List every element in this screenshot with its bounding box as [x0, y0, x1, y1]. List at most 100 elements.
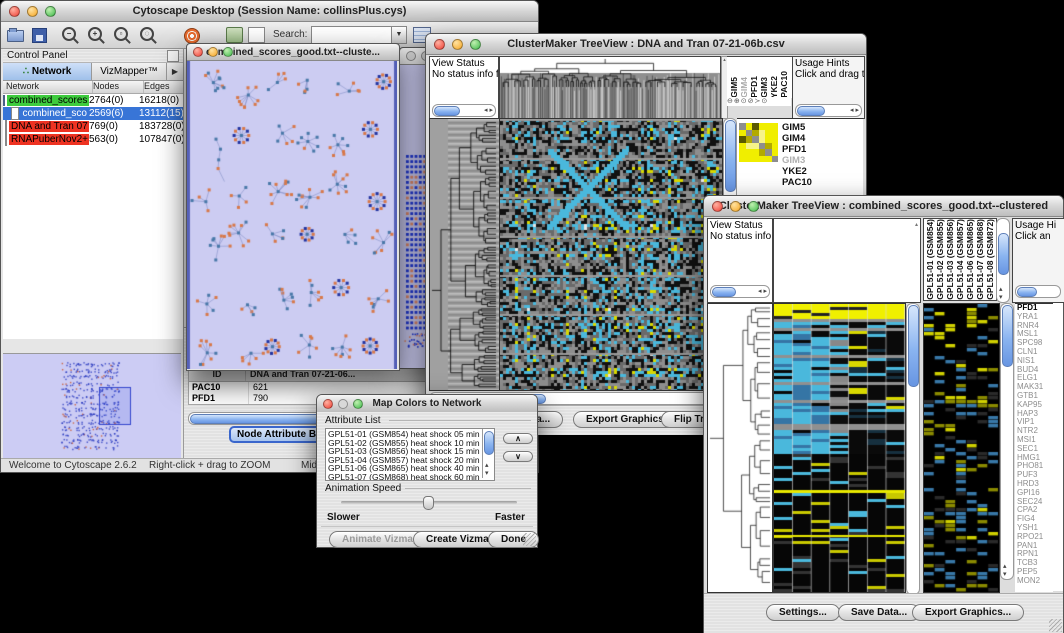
edit-network-icon[interactable]	[248, 27, 265, 43]
tv2-collabel-scrollbar[interactable]: ▴ ▾	[996, 218, 1010, 303]
list-item[interactable]: GIM3	[782, 155, 812, 166]
minimize-icon[interactable]	[730, 201, 741, 212]
tv2-column-dendrogram-area: ▴	[773, 218, 921, 303]
tv2-heatmap-vscrollbar[interactable]	[906, 303, 920, 595]
close-icon[interactable]	[406, 51, 416, 61]
network-list-row[interactable]: DNA and Tran 07769(0)183728(0)	[3, 120, 183, 133]
tab-vizmapper[interactable]: VizMapper™	[92, 63, 167, 80]
list-item[interactable]: GPL51-03 (GSM856)	[945, 219, 955, 300]
list-item[interactable]: GPL51-07 (GSM868)	[975, 219, 985, 300]
tv2-usage-hints-title: Usage Hi	[1013, 219, 1064, 231]
list-item[interactable]: GIM5	[782, 122, 812, 133]
move-down-button[interactable]: ∨	[503, 451, 533, 462]
tv1-similarity-heatmap[interactable]	[739, 123, 778, 162]
treeview2-titlebar[interactable]: ClusterMaker TreeView : combined_scores_…	[704, 196, 1063, 217]
list-item[interactable]: GIM4	[739, 77, 749, 98]
list-item[interactable]: GPL51-07 (GSM868) heat shock 60 min	[328, 473, 494, 481]
list-item[interactable]: GPL51-06 (GSM865)	[965, 219, 975, 300]
attribute-listbox[interactable]: GPL51-01 (GSM854) heat shock 05 minGPL51…	[325, 428, 495, 481]
control-panel-tabs: ∴ Network VizMapper™ ▶	[3, 63, 183, 81]
annotation-icon[interactable]	[226, 27, 243, 43]
zoom-button[interactable]	[45, 6, 56, 17]
list-item[interactable]: MON2	[1017, 577, 1053, 586]
tv1-view-status-title: View Status	[430, 57, 498, 69]
list-item[interactable]: YKE2	[769, 76, 779, 98]
maximize-icon[interactable]	[470, 39, 481, 50]
network-graph-canvas[interactable]	[187, 61, 397, 369]
folder-icon	[3, 95, 5, 106]
zoom-selected-icon[interactable]: ▫	[112, 25, 130, 43]
list-item[interactable]: YKE2	[782, 166, 812, 177]
network-list-row[interactable]: combined_scores2764(0)16218(0)	[3, 94, 183, 107]
animation-speed-slider[interactable]	[341, 501, 517, 504]
network-tab-icon: ∴	[23, 66, 29, 77]
list-item[interactable]: GPL51-08 (GSM872)	[985, 219, 995, 300]
network-overview-panel[interactable]	[3, 353, 181, 459]
list-item[interactable]: PAC10	[779, 71, 789, 98]
list-item[interactable]: PFD1	[782, 144, 812, 155]
list-item[interactable]: GIM3	[759, 77, 769, 98]
maximize-icon[interactable]	[223, 47, 233, 57]
tv1-hints-scrollbar[interactable]: ◂ ▸	[795, 104, 862, 117]
animation-speed-label: Animation Speed	[325, 483, 401, 494]
list-item[interactable]: GPL51-02 (GSM855)	[935, 219, 945, 300]
tv2-status-scrollbar[interactable]: ◂ ▸	[710, 285, 770, 298]
tv2-save-data-button[interactable]: Save Data...	[838, 604, 920, 621]
network-view-titlebar[interactable]: combined_scores_good.txt--cluste...	[187, 44, 399, 61]
help-lifering-icon[interactable]	[184, 25, 202, 43]
tab-network[interactable]: ∴ Network	[3, 63, 92, 80]
tv2-settings-button[interactable]: Settings...	[766, 604, 840, 621]
list-item[interactable]: GIM4	[782, 133, 812, 144]
dialog-titlebar[interactable]: Map Colors to Network	[317, 395, 537, 413]
tv1-gene-dendrogram[interactable]	[429, 118, 500, 391]
list-item[interactable]: PFD1	[749, 76, 759, 98]
list-item[interactable]: GIM5	[729, 77, 739, 98]
list-item[interactable]: GPL51-01 (GSM854)	[925, 219, 935, 300]
tv2-heatmap[interactable]	[773, 303, 906, 593]
float-panel-icon[interactable]	[167, 50, 179, 62]
close-icon[interactable]	[712, 201, 723, 212]
zoom-fit-icon[interactable]: ◌	[138, 25, 156, 43]
network-list-row[interactable]: RNAPuberNov2+563(0)107847(0)	[3, 133, 183, 146]
maximize-icon[interactable]	[353, 399, 363, 409]
network-list-row[interactable]: combined_sco2569(6)13112(15)	[3, 107, 183, 120]
move-up-button[interactable]: ∧	[503, 433, 533, 444]
close-button[interactable]	[9, 6, 20, 17]
minimize-button[interactable]	[27, 6, 38, 17]
tv2-hints-scrollbar[interactable]	[1015, 285, 1061, 298]
main-titlebar[interactable]: Cytoscape Desktop (Session Name: collins…	[1, 1, 538, 22]
attribute-list-scrollbar[interactable]: ▴ ▾	[482, 429, 494, 478]
attribute-row[interactable]: PAC10621	[189, 382, 435, 393]
tv2-resize-grip[interactable]	[1049, 619, 1062, 632]
tv1-column-dendrogram[interactable]	[499, 56, 721, 119]
list-item[interactable]: PAC10	[782, 177, 812, 188]
tv2-usage-hints-text: Click an	[1013, 231, 1064, 242]
list-item[interactable]: GPL51-04 (GSM857)	[955, 219, 965, 300]
tv2-secondary-vscrollbar[interactable]: ▴ ▾	[1000, 303, 1014, 580]
open-file-icon[interactable]	[7, 25, 25, 43]
zoom-out-icon[interactable]: −	[60, 25, 78, 43]
network-view-window: combined_scores_good.txt--cluste...	[186, 43, 400, 371]
search-input[interactable]	[311, 26, 395, 44]
treeview1-titlebar[interactable]: ClusterMaker TreeView : DNA and Tran 07-…	[426, 34, 866, 55]
save-session-icon[interactable]	[32, 25, 50, 43]
minimize-icon[interactable]	[338, 399, 348, 409]
zoom-in-icon[interactable]: +	[86, 25, 104, 43]
minimize-icon[interactable]	[208, 47, 218, 57]
close-icon[interactable]	[434, 39, 445, 50]
tv2-export-graphics-button[interactable]: Export Graphics...	[912, 604, 1024, 621]
close-icon[interactable]	[323, 399, 333, 409]
minimize-icon[interactable]	[452, 39, 463, 50]
tab-overflow-arrow[interactable]: ▶	[167, 63, 183, 80]
tv2-usage-hints-panel: Usage Hi Click an	[1012, 218, 1064, 303]
tv1-heatmap[interactable]	[499, 118, 723, 391]
maximize-icon[interactable]	[748, 201, 759, 212]
tv1-mini-toolbar-icons[interactable]: ⊖⊕⊙⊘≻⊙	[727, 97, 791, 106]
slider-thumb[interactable]	[423, 496, 434, 510]
tv2-secondary-heatmap[interactable]	[923, 303, 1000, 593]
close-icon[interactable]	[193, 47, 203, 57]
tv1-status-scrollbar[interactable]: ◂ ▸	[432, 104, 496, 117]
dialog-resize-grip[interactable]	[523, 533, 536, 546]
search-dropdown-arrow[interactable]: ▼	[391, 26, 407, 44]
tv2-gene-dendrogram[interactable]	[707, 303, 773, 593]
